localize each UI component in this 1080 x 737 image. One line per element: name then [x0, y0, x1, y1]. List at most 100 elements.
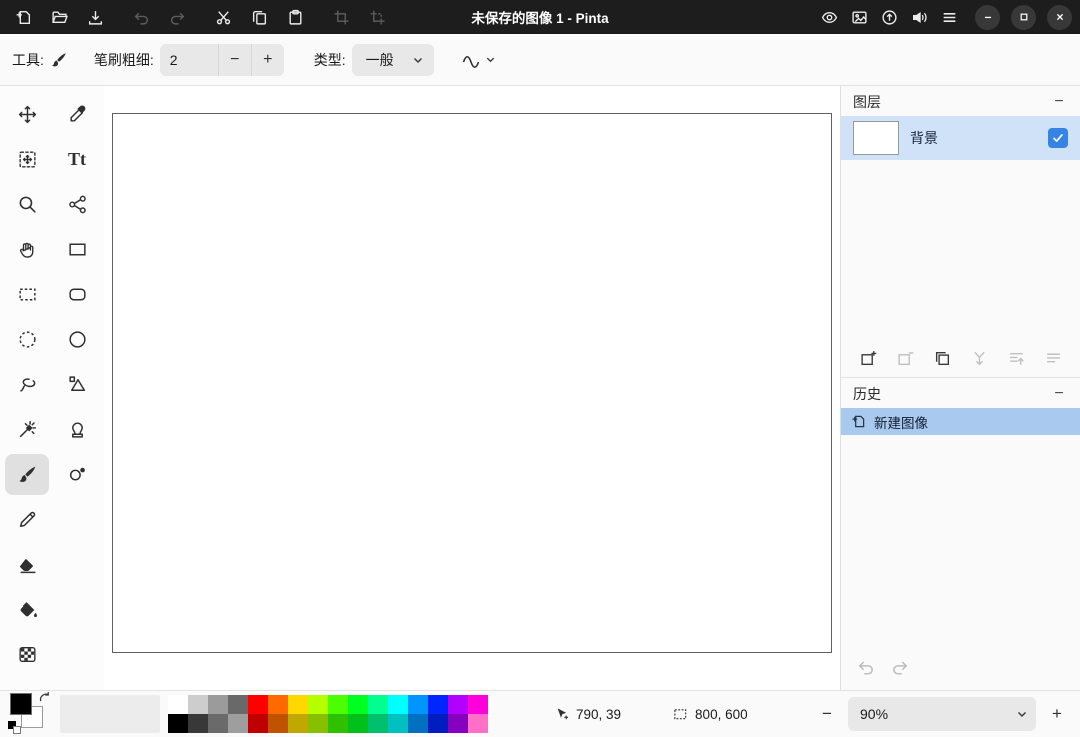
- tool-eraser[interactable]: [5, 544, 49, 585]
- tool-rectangle[interactable]: [55, 229, 99, 270]
- history-item[interactable]: 新建图像: [841, 408, 1080, 435]
- palette-color-swatch[interactable]: [268, 695, 288, 714]
- brush-width-input[interactable]: [159, 43, 218, 76]
- palette-color-swatch[interactable]: [188, 714, 208, 733]
- audio-button[interactable]: [904, 4, 934, 30]
- canvas-area: [104, 86, 840, 690]
- palette-color-swatch[interactable]: [208, 695, 228, 714]
- tool-paint-bucket[interactable]: [5, 589, 49, 630]
- maximize-button[interactable]: [1011, 4, 1036, 30]
- brush-type-dropdown[interactable]: 一般: [351, 43, 434, 76]
- palette-color-swatch[interactable]: [168, 695, 188, 714]
- brush-width-spinner: − +: [159, 43, 284, 76]
- tool-text[interactable]: Tt: [55, 139, 99, 180]
- palette-color-swatch[interactable]: [348, 695, 368, 714]
- minimize-icon: [984, 16, 991, 19]
- canvas[interactable]: [112, 113, 832, 653]
- tool-clone-stamp[interactable]: [55, 409, 99, 450]
- copy-button[interactable]: [244, 4, 274, 30]
- zoom-level-dropdown[interactable]: 90%: [848, 697, 1036, 731]
- color-palette: [168, 695, 488, 733]
- magnifier-icon: [19, 196, 36, 213]
- brush-width-increase-button[interactable]: +: [250, 43, 284, 76]
- recent-colors-area[interactable]: [60, 695, 160, 733]
- open-button[interactable]: [44, 4, 74, 30]
- close-button[interactable]: [1047, 4, 1072, 30]
- tool-line-curve[interactable]: [55, 184, 99, 225]
- cut-button[interactable]: [208, 4, 238, 30]
- palette-color-swatch[interactable]: [248, 695, 268, 714]
- primary-color-swatch[interactable]: [10, 693, 32, 715]
- palette-color-swatch[interactable]: [408, 714, 428, 733]
- tool-color-picker[interactable]: [55, 94, 99, 135]
- palette-color-swatch[interactable]: [228, 695, 248, 714]
- tool-ellipse-select[interactable]: [5, 319, 49, 360]
- palette-color-swatch[interactable]: [288, 714, 308, 733]
- palette-color-swatch[interactable]: [388, 714, 408, 733]
- palette-color-swatch[interactable]: [308, 714, 328, 733]
- palette-color-swatch[interactable]: [448, 714, 468, 733]
- palette-color-swatch[interactable]: [308, 695, 328, 714]
- palette-color-swatch[interactable]: [468, 695, 488, 714]
- paste-button[interactable]: [280, 4, 310, 30]
- layer-row[interactable]: 背景: [841, 116, 1080, 160]
- palette-color-swatch[interactable]: [388, 695, 408, 714]
- palette-color-swatch[interactable]: [268, 714, 288, 733]
- minimize-button[interactable]: [975, 4, 1000, 30]
- ellipse-icon: [68, 331, 86, 348]
- add-layer-button[interactable]: [855, 346, 881, 372]
- palette-color-swatch[interactable]: [448, 695, 468, 714]
- palette-color-swatch[interactable]: [248, 714, 268, 733]
- palette-color-swatch[interactable]: [328, 695, 348, 714]
- stroke-style-button[interactable]: [460, 50, 496, 70]
- eye-icon: [821, 11, 837, 23]
- tool-freeform-shape[interactable]: [55, 364, 99, 405]
- tool-move-selection[interactable]: [5, 139, 49, 180]
- updates-button[interactable]: [874, 4, 904, 30]
- palette-color-swatch[interactable]: [168, 714, 188, 733]
- new-image-button[interactable]: [8, 4, 38, 30]
- tool-ellipse[interactable]: [55, 319, 99, 360]
- tool-pan[interactable]: [5, 229, 49, 270]
- delete-layer-icon: [897, 352, 913, 366]
- palette-color-swatch[interactable]: [368, 695, 388, 714]
- tool-pencil[interactable]: [5, 499, 49, 540]
- palette-color-swatch[interactable]: [328, 714, 348, 733]
- brush-width-decrease-button[interactable]: −: [217, 43, 251, 76]
- palette-color-swatch[interactable]: [188, 695, 208, 714]
- tool-zoom[interactable]: [5, 184, 49, 225]
- tool-rectangle-select[interactable]: [5, 274, 49, 315]
- save-button[interactable]: [80, 4, 110, 30]
- main-menu-button[interactable]: [934, 4, 964, 30]
- zoom-in-button[interactable]: +: [1042, 699, 1072, 729]
- main-area: Tt 图层 − 背景 历史 − 新建图像: [0, 86, 1080, 690]
- palette-color-swatch[interactable]: [348, 714, 368, 733]
- eye-dropper-view-button[interactable]: [814, 4, 844, 30]
- palette-color-swatch[interactable]: [468, 714, 488, 733]
- palette-color-swatch[interactable]: [208, 714, 228, 733]
- tool-recolor[interactable]: [55, 454, 99, 495]
- tool-lasso-select[interactable]: [5, 364, 49, 405]
- screenshot-button[interactable]: [844, 4, 874, 30]
- palette-color-swatch[interactable]: [428, 714, 448, 733]
- tool-rounded-rectangle[interactable]: [55, 274, 99, 315]
- duplicate-layer-button[interactable]: [929, 346, 955, 372]
- text-tool-icon: Tt: [68, 149, 86, 169]
- move-selection-icon: [18, 151, 36, 168]
- layers-collapse-button[interactable]: −: [1046, 91, 1072, 113]
- palette-color-swatch[interactable]: [288, 695, 308, 714]
- tool-gradient[interactable]: [5, 634, 49, 675]
- palette-color-swatch[interactable]: [368, 714, 388, 733]
- tool-move-selected[interactable]: [5, 94, 49, 135]
- tool-paintbrush[interactable]: [5, 454, 49, 495]
- palette-color-swatch[interactable]: [428, 695, 448, 714]
- palette-color-swatch[interactable]: [228, 714, 248, 733]
- redo-icon: [170, 12, 184, 25]
- tool-magic-wand[interactable]: [5, 409, 49, 450]
- layer-visibility-checkbox[interactable]: [1048, 128, 1068, 148]
- zoom-out-button[interactable]: −: [812, 699, 842, 729]
- swap-colors-icon[interactable]: [39, 692, 52, 705]
- reset-colors-icon[interactable]: [8, 721, 23, 736]
- history-collapse-button[interactable]: −: [1046, 383, 1072, 405]
- palette-color-swatch[interactable]: [408, 695, 428, 714]
